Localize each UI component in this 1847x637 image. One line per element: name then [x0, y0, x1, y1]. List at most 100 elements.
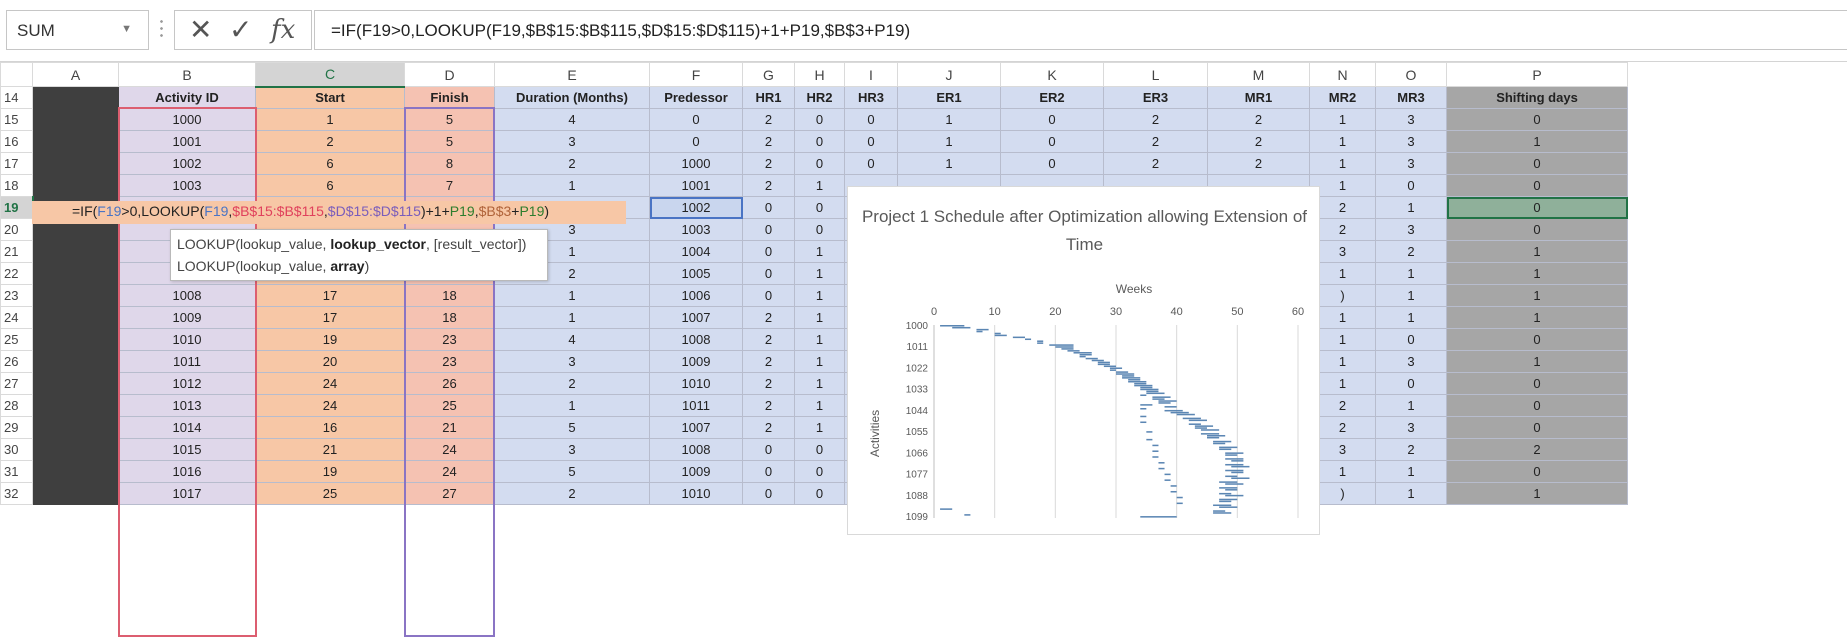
activity-bar[interactable]	[1219, 498, 1238, 501]
cell-c28[interactable]: 24	[255, 394, 405, 417]
cell-h23[interactable]: 1	[794, 284, 845, 307]
activity-bar[interactable]	[1200, 433, 1220, 435]
cell-g15[interactable]: 2	[742, 108, 795, 131]
cell-g14[interactable]: HR1	[742, 86, 795, 109]
cell-h19[interactable]: 0	[794, 196, 845, 219]
cell-c14[interactable]: Start	[255, 86, 405, 109]
cell-g18[interactable]: 2	[742, 174, 795, 197]
activity-bar[interactable]	[1231, 460, 1244, 462]
cell-g27[interactable]: 2	[742, 372, 795, 395]
cell-c27[interactable]: 24	[255, 372, 405, 395]
row-header[interactable]: 16	[0, 130, 33, 153]
activity-bar[interactable]	[1207, 436, 1220, 439]
cell-h15[interactable]: 0	[794, 108, 845, 131]
cell-a23[interactable]	[32, 284, 119, 307]
activity-bar[interactable]	[1067, 350, 1080, 352]
activity-bar[interactable]	[1219, 448, 1232, 451]
activity-bar[interactable]	[1146, 390, 1159, 393]
cell-n14[interactable]: MR2	[1309, 86, 1376, 109]
activity-bar[interactable]	[1170, 485, 1177, 487]
cell-f14[interactable]: Predessor	[649, 86, 743, 109]
cell-o21[interactable]: 2	[1375, 240, 1447, 263]
cell-p27[interactable]: 0	[1446, 372, 1628, 395]
activity-bar[interactable]	[1188, 423, 1201, 425]
cell-j14[interactable]: ER1	[897, 86, 1001, 109]
cell-n15[interactable]: 1	[1309, 108, 1376, 131]
cell-e15[interactable]: 4	[494, 108, 650, 131]
cell-g28[interactable]: 2	[742, 394, 795, 417]
cell-d32[interactable]: 27	[404, 482, 495, 505]
cell-c18[interactable]: 6	[255, 174, 405, 197]
cell-p16[interactable]: 1	[1446, 130, 1628, 153]
cell-a28[interactable]	[32, 394, 119, 417]
cell-b28[interactable]: 1013	[118, 394, 256, 417]
activity-bar[interactable]	[994, 334, 1007, 337]
activity-bar[interactable]	[1140, 394, 1147, 397]
cell-f25[interactable]: 1008	[649, 328, 743, 351]
activity-bar[interactable]	[1116, 373, 1135, 375]
cell-o14[interactable]: MR3	[1375, 86, 1447, 109]
chevron-down-icon[interactable]: ▼	[121, 23, 132, 35]
cell-h31[interactable]: 0	[794, 460, 845, 483]
activity-bar[interactable]	[1225, 489, 1238, 491]
cell-d14[interactable]: Finish	[404, 86, 495, 109]
cell-p24[interactable]: 1	[1446, 306, 1628, 329]
cell-b18[interactable]: 1003	[118, 174, 256, 197]
activity-bar[interactable]	[1025, 338, 1032, 341]
activity-bar[interactable]	[1231, 471, 1244, 474]
cell-p30[interactable]: 2	[1446, 438, 1628, 461]
cell-d30[interactable]: 24	[404, 438, 495, 461]
cell-f31[interactable]: 1009	[649, 460, 743, 483]
activity-bar[interactable]	[1176, 413, 1195, 416]
cell-p20[interactable]: 0	[1446, 218, 1628, 241]
row-header[interactable]: 20	[0, 218, 33, 241]
cell-f16[interactable]: 0	[649, 130, 743, 153]
cell-k17[interactable]: 0	[1000, 152, 1104, 175]
cell-f17[interactable]: 1000	[649, 152, 743, 175]
cell-g25[interactable]: 2	[742, 328, 795, 351]
cell-o25[interactable]: 0	[1375, 328, 1447, 351]
cell-b29[interactable]: 1014	[118, 416, 256, 439]
cell-h22[interactable]: 1	[794, 262, 845, 285]
column-header-c[interactable]: C	[255, 62, 405, 88]
activity-bar[interactable]	[1073, 352, 1092, 354]
cell-g21[interactable]: 0	[742, 240, 795, 263]
row-header[interactable]: 32	[0, 482, 33, 505]
cell-h32[interactable]: 0	[794, 482, 845, 505]
column-header-j[interactable]: J	[897, 62, 1001, 87]
activity-bar[interactable]	[1158, 462, 1165, 464]
cell-f20[interactable]: 1003	[649, 218, 743, 241]
cell-d27[interactable]: 26	[404, 372, 495, 395]
cell-p17[interactable]: 0	[1446, 152, 1628, 175]
activity-bar[interactable]	[1140, 386, 1153, 389]
activity-bar[interactable]	[1146, 431, 1153, 433]
activity-bar[interactable]	[1140, 404, 1153, 406]
cell-c29[interactable]: 16	[255, 416, 405, 439]
cell-c30[interactable]: 21	[255, 438, 405, 461]
cell-c26[interactable]: 20	[255, 350, 405, 373]
cell-m14[interactable]: MR1	[1207, 86, 1310, 109]
cell-f26[interactable]: 1009	[649, 350, 743, 373]
cell-c32[interactable]: 25	[255, 482, 405, 505]
cell-o18[interactable]: 0	[1375, 174, 1447, 197]
cell-o20[interactable]: 3	[1375, 218, 1447, 241]
column-header-e[interactable]: E	[494, 62, 650, 87]
cell-d29[interactable]: 21	[404, 416, 495, 439]
cell-b25[interactable]: 1010	[118, 328, 256, 351]
cell-n16[interactable]: 1	[1309, 130, 1376, 153]
activity-bar[interactable]	[1152, 396, 1171, 398]
gantt-chart[interactable]: Project 1 Schedule after Optimization al…	[847, 186, 1320, 535]
cell-c25[interactable]: 19	[255, 328, 405, 351]
activity-bar[interactable]	[1225, 494, 1244, 497]
cell-h17[interactable]: 0	[794, 152, 845, 175]
cell-o22[interactable]: 1	[1375, 262, 1447, 285]
cell-e16[interactable]: 3	[494, 130, 650, 153]
cell-g26[interactable]: 2	[742, 350, 795, 373]
column-header-m[interactable]: M	[1207, 62, 1310, 87]
activity-bar[interactable]	[1207, 435, 1226, 437]
tooltip-line-1[interactable]: LOOKUP(lookup_value, lookup_vector, [res…	[177, 233, 541, 255]
cell-f19[interactable]: 1002	[649, 196, 743, 219]
cell-e30[interactable]: 3	[494, 438, 650, 461]
activity-bar[interactable]	[1213, 504, 1232, 507]
cell-d16[interactable]: 5	[404, 130, 495, 153]
